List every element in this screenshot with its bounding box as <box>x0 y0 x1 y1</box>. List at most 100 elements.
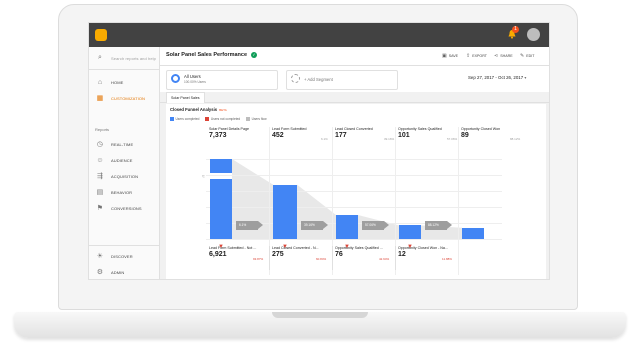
sidebar-item-conversions[interactable]: ⚑ CONVERSIONS <box>89 201 159 215</box>
legend-entry: Users not completed <box>205 117 240 121</box>
sidebar-item-real-time[interactable]: ◷ REAL-TIME <box>89 137 159 151</box>
reports-heading: Reports <box>95 127 110 132</box>
edit-button[interactable]: ✎ EDIT <box>520 53 534 59</box>
sidebar-divider <box>89 245 159 246</box>
chevron-down-icon: ▾ <box>524 75 527 80</box>
sidebar-item-behavior[interactable]: ▤ BEHAVIOR <box>89 185 159 199</box>
exit-percentage: 60.84% <box>316 257 327 261</box>
step-value: 452 <box>272 132 284 139</box>
exit-separator <box>269 246 270 270</box>
sidebar-search[interactable]: ⌕ Search reports and help <box>89 51 159 65</box>
sidebar-item-label: REAL-TIME <box>111 141 134 147</box>
exit-name: Lead Form Submitted - Not ... <box>209 246 257 250</box>
sidebar-item-admin[interactable]: ⚙ ADMIN <box>89 265 159 279</box>
sidebar: ⌕ Search reports and help ⌂ HOME ▦ CUSTOMIZ… <box>89 47 160 279</box>
funnel-exit[interactable]: Lead Form Submitted - Not ... 6,921 <box>209 246 256 270</box>
funnel-bar[interactable] <box>399 225 421 239</box>
exit-value: 6,921 <box>209 251 227 258</box>
share-button[interactable]: ⋖ SHARE <box>494 53 513 59</box>
segment-bar: All Users 100.00% Users + Add Segment Se… <box>160 66 549 92</box>
exit-percentage: 93.87% <box>253 257 264 261</box>
segment-percentage: 100.00% Users <box>184 80 206 84</box>
save-button[interactable]: ▣ SAVE <box>442 53 458 59</box>
add-segment-button[interactable]: + Add Segment <box>286 70 398 90</box>
check-circle-icon: ✓ <box>251 52 257 58</box>
sidebar-item-discover[interactable]: ☀ DISCOVER <box>89 249 159 263</box>
add-segment-label: + Add Segment <box>304 77 333 82</box>
sidebar-item-audience[interactable]: ☺ AUDIENCE <box>89 153 159 167</box>
legend-swatch <box>205 117 210 121</box>
funnel-exit[interactable]: Opportunity Closed Won - Na... 12 <box>398 246 448 270</box>
step-name: Solar Panel Details Page <box>209 127 249 131</box>
funnel-exit[interactable]: Opportunity Sales Qualified ... 76 <box>335 246 383 270</box>
segment-name: All Users <box>184 74 201 79</box>
funnel-exit[interactable]: Lead Closed Converted - N... 275 <box>272 246 319 270</box>
export-button[interactable]: ⇪ EXPORT <box>466 53 487 59</box>
beta-badge: BETA <box>219 108 227 112</box>
funnel-step-header[interactable]: Lead Closed Converted 177 <box>335 127 373 147</box>
axis-break-icon: ≈ <box>202 174 205 180</box>
save-label: SAVE <box>448 54 459 58</box>
step-name: Opportunity Closed Won <box>461 127 501 131</box>
customization-icon: ▦ <box>96 95 104 102</box>
acquisition-icon: ⇶ <box>97 173 103 180</box>
share-icon: ⋖ <box>494 53 499 59</box>
sidebar-item-customization[interactable]: ▦ CUSTOMIZATION <box>89 91 159 105</box>
legend-swatch <box>246 117 251 121</box>
funnel-chart: Solar Panel Details Page 7,373 ≈6.1% ▼ Lead … <box>166 127 546 277</box>
flow-percentage-label: 57.06% <box>362 221 389 230</box>
gear-icon: ⚙ <box>96 269 104 276</box>
tab-solar-panel-sales[interactable]: Solar Panel Sales <box>166 92 205 103</box>
exit-name: Opportunity Closed Won - Na... <box>398 246 448 250</box>
funnel-step-header[interactable]: Opportunity Closed Won 89 <box>461 127 500 147</box>
main-content: Solar Panel Sales Performance ✓ ▣ SAVE ⇪ E… <box>160 47 549 279</box>
segment-all-users[interactable]: All Users 100.00% Users <box>166 70 278 90</box>
top-app-bar: 1 <box>89 23 549 47</box>
legend-label: Users not completed <box>210 117 241 121</box>
date-range-text: Sep 27, 2017 - Oct 26, 2017 <box>468 75 524 80</box>
sidebar-item-label: ADMIN <box>111 269 125 275</box>
step-percentage: 88.12% <box>510 137 521 141</box>
exit-name: Opportunity Sales Qualified ... <box>335 246 383 250</box>
date-range-picker[interactable]: Sep 27, 2017 - Oct 26, 2017 ▾ <box>468 75 526 80</box>
share-label: SHARE <box>500 54 513 58</box>
analytics-screen: 1 ⌕ Search reports and help ⌂ HOME ▦ CUSTOM… <box>88 22 550 280</box>
segment-circle-icon <box>171 74 180 83</box>
step-percentage: 39.16% <box>384 137 395 141</box>
clock-icon: ◷ <box>96 141 104 148</box>
report-title-bar: Solar Panel Sales Performance ✓ ▣ SAVE ⇪ E… <box>160 47 549 66</box>
legend-entry: Users flow <box>246 117 267 121</box>
funnel-bar[interactable] <box>210 159 232 173</box>
funnel-bar[interactable] <box>273 184 297 239</box>
funnel-step-header[interactable]: Lead Form Submitted 452 <box>272 127 307 147</box>
funnel-bar[interactable] <box>462 227 484 239</box>
funnel-bar[interactable] <box>336 215 358 239</box>
step-value: 101 <box>398 132 410 139</box>
legend-entry: Users completed <box>170 117 199 121</box>
exit-value: 12 <box>398 251 406 258</box>
add-segment-circle-icon <box>291 74 300 83</box>
funnel-bar[interactable] <box>210 179 232 239</box>
sidebar-item-acquisition[interactable]: ⇶ ACQUISITION <box>89 169 159 183</box>
behavior-icon: ▤ <box>96 189 104 196</box>
step-value: 89 <box>461 132 469 139</box>
step-name: Lead Form Submitted <box>272 127 307 131</box>
page-title: Solar Panel Sales Performance <box>166 52 248 58</box>
chart-legend: Users completed Users not completed Users … <box>170 117 267 121</box>
analytics-logo-icon[interactable] <box>95 29 107 41</box>
sidebar-item-label: AUDIENCE <box>111 157 133 163</box>
home-icon: ⌂ <box>97 78 103 86</box>
funnel-step-header[interactable]: Opportunity Sales Qualified 101 <box>398 127 442 147</box>
sidebar-item-label: CUSTOMIZATION <box>111 95 146 101</box>
exit-separator <box>332 246 333 270</box>
exit-name: Lead Closed Converted - N... <box>272 246 319 250</box>
search-placeholder: Search reports and help <box>111 55 156 61</box>
funnel-step-header[interactable]: Solar Panel Details Page 7,373 <box>209 127 249 147</box>
panel-title-text: Closed Funnel Analysis <box>170 107 218 112</box>
edit-icon: ✎ <box>520 53 525 59</box>
tab-bar: Solar Panel Sales <box>160 92 549 103</box>
account-avatar[interactable] <box>527 28 540 41</box>
sidebar-item-home[interactable]: ⌂ HOME <box>89 75 159 89</box>
notification-count-badge: 1 <box>512 26 519 33</box>
funnel-panel: Closed Funnel Analysis BETA Users complet… <box>166 104 546 279</box>
